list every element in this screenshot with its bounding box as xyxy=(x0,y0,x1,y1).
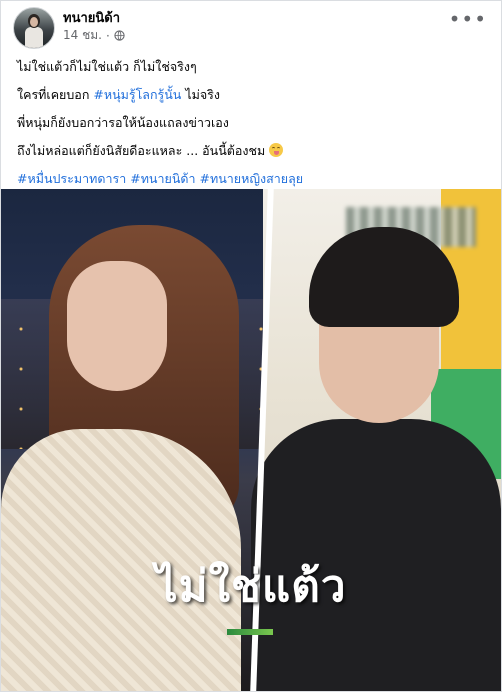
hashtag-link[interactable]: #ทนายหญิงสายลุย xyxy=(200,171,304,186)
post-time[interactable]: 14 ชม. xyxy=(63,26,102,45)
post-header: ทนายนิด้า 14 ชม. · ••• xyxy=(13,7,489,49)
author-avatar[interactable] xyxy=(13,7,55,49)
post-body: ไม่ใช่แต้วก็ไม่ใช่แต้ว ก็ไม่ใช่จริงๆ ใคร… xyxy=(17,57,485,197)
post-card: ทนายนิด้า 14 ชม. · ••• ไม่ใช่แต้วก็ไม่ใช… xyxy=(0,0,502,692)
post-line-1: ไม่ใช่แต้วก็ไม่ใช่แต้ว ก็ไม่ใช่จริงๆ xyxy=(17,59,197,74)
line2-suffix: ไม่จริง xyxy=(181,87,220,102)
tongue-emoji-icon xyxy=(269,143,284,157)
image-caption: ไม่ใช่แต้ว xyxy=(155,561,347,612)
caption-accent-bar xyxy=(227,629,273,635)
line2-prefix: ใครที่เคยบอก xyxy=(17,87,94,102)
post-meta: 14 ชม. · xyxy=(63,26,125,45)
post-line-2: ใครที่เคยบอก #หนุ่มรู้โลกรู้นั้น ไม่จริง xyxy=(17,85,485,104)
more-options-button[interactable]: ••• xyxy=(449,9,487,29)
globe-icon xyxy=(114,30,125,41)
hashtag-link[interactable]: #ทนายนิด้า xyxy=(130,171,195,186)
post-line-3: พี่หนุ่มก็ยังบอกว่ารอให้น้องแถลงข่าวเอง xyxy=(17,115,229,130)
more-horizontal-icon: ••• xyxy=(448,7,487,31)
post-image[interactable]: ไม่ใช่แต้ว xyxy=(1,189,501,691)
meta-separator: · xyxy=(105,28,110,43)
hashtag-row: #หมื่นประมาทดารา #ทนายนิด้า #ทนายหญิงสาย… xyxy=(17,169,485,188)
post-line-4: ถึงไม่หล่อแต่ก็ยังนิสัยดีอะแหละ ... อันน… xyxy=(17,141,485,160)
author-name[interactable]: ทนายนิด้า xyxy=(63,7,120,28)
hashtag-link[interactable]: #หนุ่มรู้โลกรู้นั้น xyxy=(93,87,181,102)
hashtag-link[interactable]: #หมื่นประมาทดารา xyxy=(17,171,126,186)
line4-text: ถึงไม่หล่อแต่ก็ยังนิสัยดีอะแหละ ... อันน… xyxy=(17,143,270,158)
